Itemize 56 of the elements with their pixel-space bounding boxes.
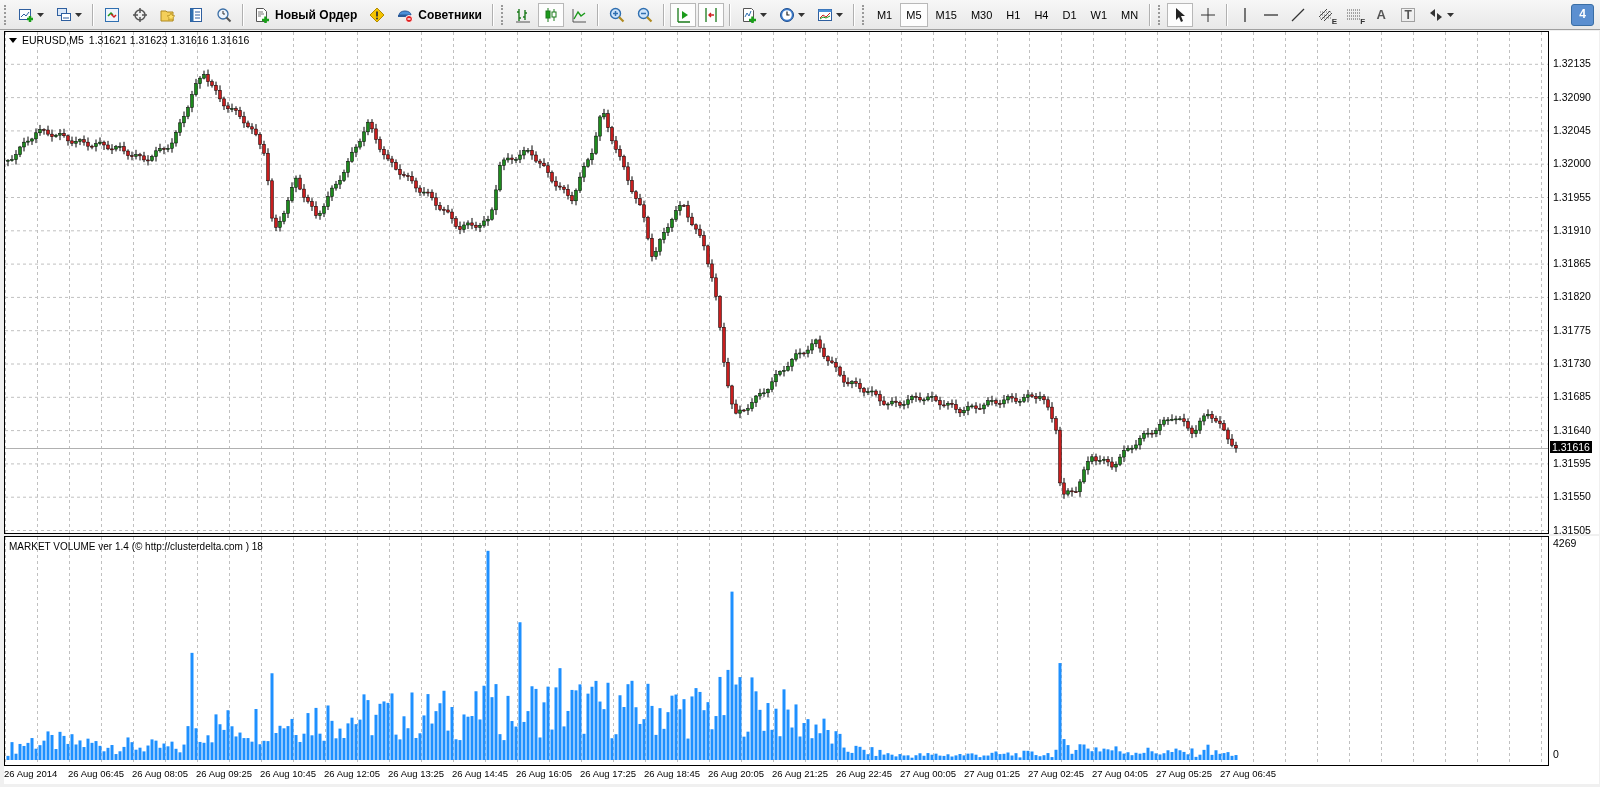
time-label: 26 Aug 2014 (4, 768, 58, 779)
timeframe-button[interactable]: M30 (964, 2, 999, 27)
time-label: 26 Aug 17:25 (580, 768, 636, 779)
fibo-channel-button[interactable]: E (1313, 2, 1340, 27)
price-label: 1.31730 (1553, 357, 1591, 369)
time-label: 27 Aug 02:45 (1028, 768, 1084, 779)
time-label: 26 Aug 09:25 (196, 768, 252, 779)
price-quote: 1.31621 1.31623 1.31616 1.31616 (88, 34, 250, 46)
price-label: 1.31955 (1553, 190, 1591, 203)
time-label: 27 Aug 04:05 (1092, 768, 1148, 779)
price-label: 1.31910 (1553, 223, 1591, 236)
timeframe-button[interactable]: H4 (1028, 2, 1055, 27)
volume-scale-max: 4269 (1553, 537, 1577, 549)
time-label: 26 Aug 16:05 (516, 768, 572, 779)
time-label: 26 Aug 13:25 (388, 768, 444, 779)
timeframe-button[interactable]: W1 (1084, 2, 1113, 27)
text-label-button[interactable]: T (1395, 2, 1422, 27)
current-price-label: 1.31616 (1550, 441, 1592, 453)
price-label: 1.32045 (1553, 123, 1591, 136)
price-label: 1.31865 (1553, 257, 1591, 270)
price-label: 1.31820 (1553, 290, 1591, 303)
timeframe-button[interactable]: M15 (929, 2, 963, 27)
time-label: 26 Aug 14:45 (452, 768, 508, 779)
time-label: 26 Aug 10:45 (260, 768, 316, 779)
experts-button[interactable]: Советники (392, 2, 487, 27)
text-button[interactable]: A (1369, 2, 1394, 27)
time-label: 27 Aug 00:05 (900, 768, 956, 779)
timeframe-button[interactable]: D1 (1056, 2, 1083, 27)
time-label: 26 Aug 22:45 (836, 768, 892, 779)
time-label: 26 Aug 06:45 (68, 768, 124, 779)
price-label: 1.32000 (1553, 157, 1591, 170)
price-label: 1.32090 (1553, 90, 1591, 103)
time-label: 27 Aug 06:45 (1220, 768, 1276, 779)
price-label: 1.31505 (1553, 523, 1591, 536)
time-label: 26 Aug 18:45 (644, 768, 700, 779)
timeframe-button[interactable]: M5 (900, 2, 928, 27)
time-label: 27 Aug 01:25 (964, 768, 1020, 779)
symbol-title: EURUSD,M5 (22, 34, 84, 46)
price-label: 1.31550 (1553, 490, 1591, 503)
timeframe-button[interactable]: M1 (870, 2, 899, 27)
price-label: 1.31640 (1553, 423, 1591, 436)
time-label: 27 Aug 05:25 (1156, 768, 1212, 779)
time-label: 26 Aug 20:05 (708, 768, 764, 779)
price-label: 1.31775 (1553, 323, 1591, 336)
price-label: 1.31685 (1553, 390, 1591, 403)
timeframe-button[interactable]: H1 (1000, 2, 1027, 27)
new-order-button[interactable]: Новый Ордер (249, 2, 363, 27)
volume-scale-min: 0 (1553, 748, 1559, 760)
time-label: 26 Aug 12:05 (324, 768, 380, 779)
indicator-label: MARKET VOLUME ver 1.4 (© http://clusterdelta.com ) 18 (9, 541, 263, 552)
time-label: 26 Aug 08:05 (132, 768, 188, 779)
price-label: 1.31595 (1553, 456, 1591, 469)
fibonacci-button[interactable]: F (1341, 2, 1368, 27)
price-label: 1.32135 (1553, 57, 1591, 70)
timeframe-button[interactable]: MN (1115, 2, 1145, 27)
time-label: 26 Aug 21:25 (772, 768, 828, 779)
